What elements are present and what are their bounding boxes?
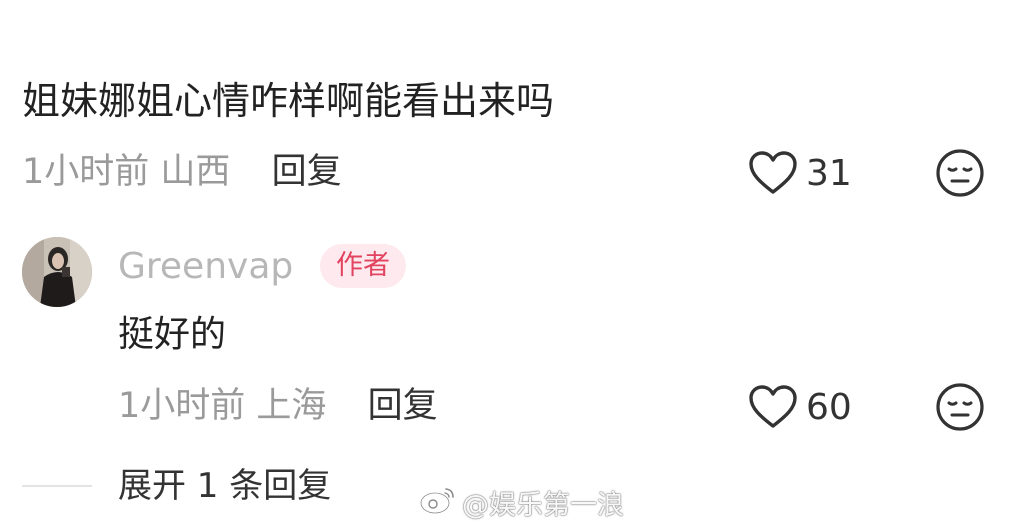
expand-divider — [22, 485, 92, 487]
watermark: @娱乐第一浪 — [418, 483, 624, 522]
reply-time: 1小时前 — [118, 386, 246, 426]
reply-dislike-button[interactable] — [935, 382, 985, 432]
author-name[interactable]: Greenvap — [118, 246, 293, 288]
meh-face-icon — [935, 383, 985, 436]
comment-like-count: 31 — [806, 152, 852, 194]
reply-location: 上海 — [256, 386, 327, 426]
reply-text: 挺好的 — [118, 314, 227, 355]
expand-replies-button[interactable]: 展开 1 条回复 — [118, 465, 331, 507]
comment-thread: 姐妹娜姐心情咋样啊能看出来吗 1小时前 山西 回复 31 Greenvap 作者… — [0, 0, 1035, 527]
comment-like-button[interactable]: 31 — [748, 150, 852, 196]
watermark-text: @娱乐第一浪 — [462, 490, 624, 521]
weibo-logo-icon — [418, 483, 458, 522]
author-badge: 作者 — [320, 244, 406, 288]
comment-meta: 1小时前 山西 回复 — [22, 152, 342, 192]
meh-face-icon — [935, 149, 985, 202]
comment-time: 1小时前 — [22, 152, 150, 192]
heart-outline-icon — [748, 384, 798, 430]
comment-location: 山西 — [160, 152, 231, 192]
reply-like-count: 60 — [806, 386, 852, 428]
reply-like-button[interactable]: 60 — [748, 384, 852, 430]
comment-text: 姐妹娜姐心情咋样啊能看出来吗 — [22, 79, 555, 123]
heart-outline-icon — [748, 150, 798, 196]
author-avatar[interactable] — [22, 237, 92, 307]
comment-dislike-button[interactable] — [935, 148, 985, 198]
comment-reply-button[interactable]: 回复 — [272, 152, 342, 192]
reply-reply-button[interactable]: 回复 — [368, 386, 438, 426]
reply-meta: 1小时前 上海 回复 — [118, 386, 438, 426]
